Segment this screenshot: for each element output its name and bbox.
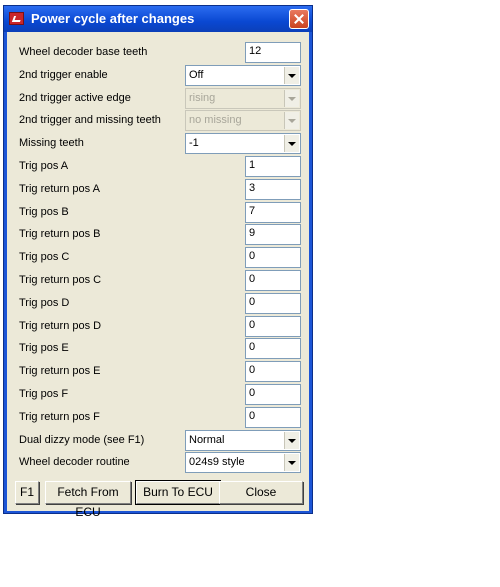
field-label: Trig return pos F [19, 411, 100, 423]
close-button[interactable]: Close [219, 481, 303, 504]
chevron-down-icon [284, 112, 299, 129]
form-row: Missing teeth -1 [7, 133, 309, 155]
chevron-down-icon [284, 90, 299, 107]
field-label: Trig pos F [19, 388, 69, 400]
dropdown-select: no missing [185, 110, 301, 131]
field-label: Wheel decoder base teeth [19, 46, 148, 58]
number-input[interactable]: 3 [245, 179, 301, 200]
number-input[interactable]: 1 [245, 156, 301, 177]
field-label: Trig pos B [19, 206, 69, 218]
form-row: Trig pos E 0 [7, 338, 309, 360]
form-row: Trig return pos A 3 [7, 179, 309, 201]
form-row: Wheel decoder routine 024s9 style [7, 452, 309, 474]
close-window-button[interactable] [289, 9, 309, 29]
field-label: Wheel decoder routine [19, 456, 130, 468]
form-row: Trig pos C 0 [7, 247, 309, 269]
field-label: Trig pos C [19, 251, 70, 263]
field-label: Missing teeth [19, 137, 84, 149]
dropdown-select[interactable]: -1 [185, 133, 301, 154]
field-label: Trig return pos D [19, 320, 102, 332]
field-label: Trig pos E [19, 342, 69, 354]
chevron-down-icon[interactable] [284, 135, 299, 152]
number-input[interactable]: 0 [245, 361, 301, 382]
number-input[interactable]: 0 [245, 247, 301, 268]
window-title: Power cycle after changes [31, 11, 195, 26]
burn-to-ecu-button[interactable]: Burn To ECU [135, 480, 221, 505]
title-bar[interactable]: Power cycle after changes [4, 6, 312, 32]
number-input[interactable]: 0 [245, 338, 301, 359]
help-button[interactable]: F1 [15, 481, 39, 504]
dropdown-select[interactable]: 024s9 style [185, 452, 301, 473]
form-row: Dual dizzy mode (see F1) Normal [7, 430, 309, 452]
number-input[interactable]: 9 [245, 224, 301, 245]
dropdown-select[interactable]: Normal [185, 430, 301, 451]
dropdown-select[interactable]: Off [185, 65, 301, 86]
form-row: Trig return pos C 0 [7, 270, 309, 292]
number-input[interactable]: 0 [245, 384, 301, 405]
chevron-down-icon[interactable] [284, 67, 299, 84]
number-input[interactable]: 0 [245, 293, 301, 314]
field-label: Trig pos A [19, 160, 69, 172]
field-label: Trig return pos A [19, 183, 100, 195]
chevron-down-icon[interactable] [284, 454, 299, 471]
form-row: Wheel decoder base teeth 12 [7, 42, 309, 64]
field-label: 2nd trigger and missing teeth [19, 114, 161, 126]
field-label: Dual dizzy mode (see F1) [19, 434, 145, 446]
form-row: 2nd trigger and missing teeth no missing [7, 110, 309, 132]
form-row: Trig pos F 0 [7, 384, 309, 406]
app-logo-icon [9, 12, 24, 25]
number-input[interactable]: 7 [245, 202, 301, 223]
number-input[interactable]: 0 [245, 270, 301, 291]
dropdown-value: Normal [189, 434, 225, 446]
form-row: Trig return pos B 9 [7, 224, 309, 246]
form-row: Trig return pos E 0 [7, 361, 309, 383]
dropdown-value: Off [189, 69, 204, 81]
dropdown-value: rising [189, 92, 216, 104]
field-label: Trig pos D [19, 297, 70, 309]
form-row: Trig return pos F 0 [7, 407, 309, 429]
field-label: Trig return pos B [19, 228, 101, 240]
number-input[interactable]: 12 [245, 42, 301, 63]
field-label: Trig return pos C [19, 274, 102, 286]
dialog-body: F1 Fetch From ECU Burn To ECU Close Whee… [7, 32, 309, 519]
field-label: 2nd trigger active edge [19, 92, 131, 104]
dropdown-value: 024s9 style [189, 456, 245, 468]
number-input[interactable]: 0 [245, 407, 301, 428]
form-row: 2nd trigger enable Off [7, 65, 309, 87]
form-row: Trig pos D 0 [7, 293, 309, 315]
dropdown-value: -1 [189, 137, 199, 149]
chevron-down-icon[interactable] [284, 432, 299, 449]
dialog-window: Power cycle after changes F1 Fetch From … [3, 5, 313, 519]
form-row: Trig pos B 7 [7, 202, 309, 224]
form-row: Trig pos A 1 [7, 156, 309, 178]
number-input[interactable]: 0 [245, 316, 301, 337]
fetch-from-ecu-button[interactable]: Fetch From ECU [45, 481, 131, 519]
form-row: 2nd trigger active edge rising [7, 88, 309, 110]
field-label: Trig return pos E [19, 365, 101, 377]
dropdown-value: no missing [189, 114, 242, 126]
dropdown-select: rising [185, 88, 301, 109]
form-row: Trig return pos D 0 [7, 316, 309, 338]
field-label: 2nd trigger enable [19, 69, 108, 81]
